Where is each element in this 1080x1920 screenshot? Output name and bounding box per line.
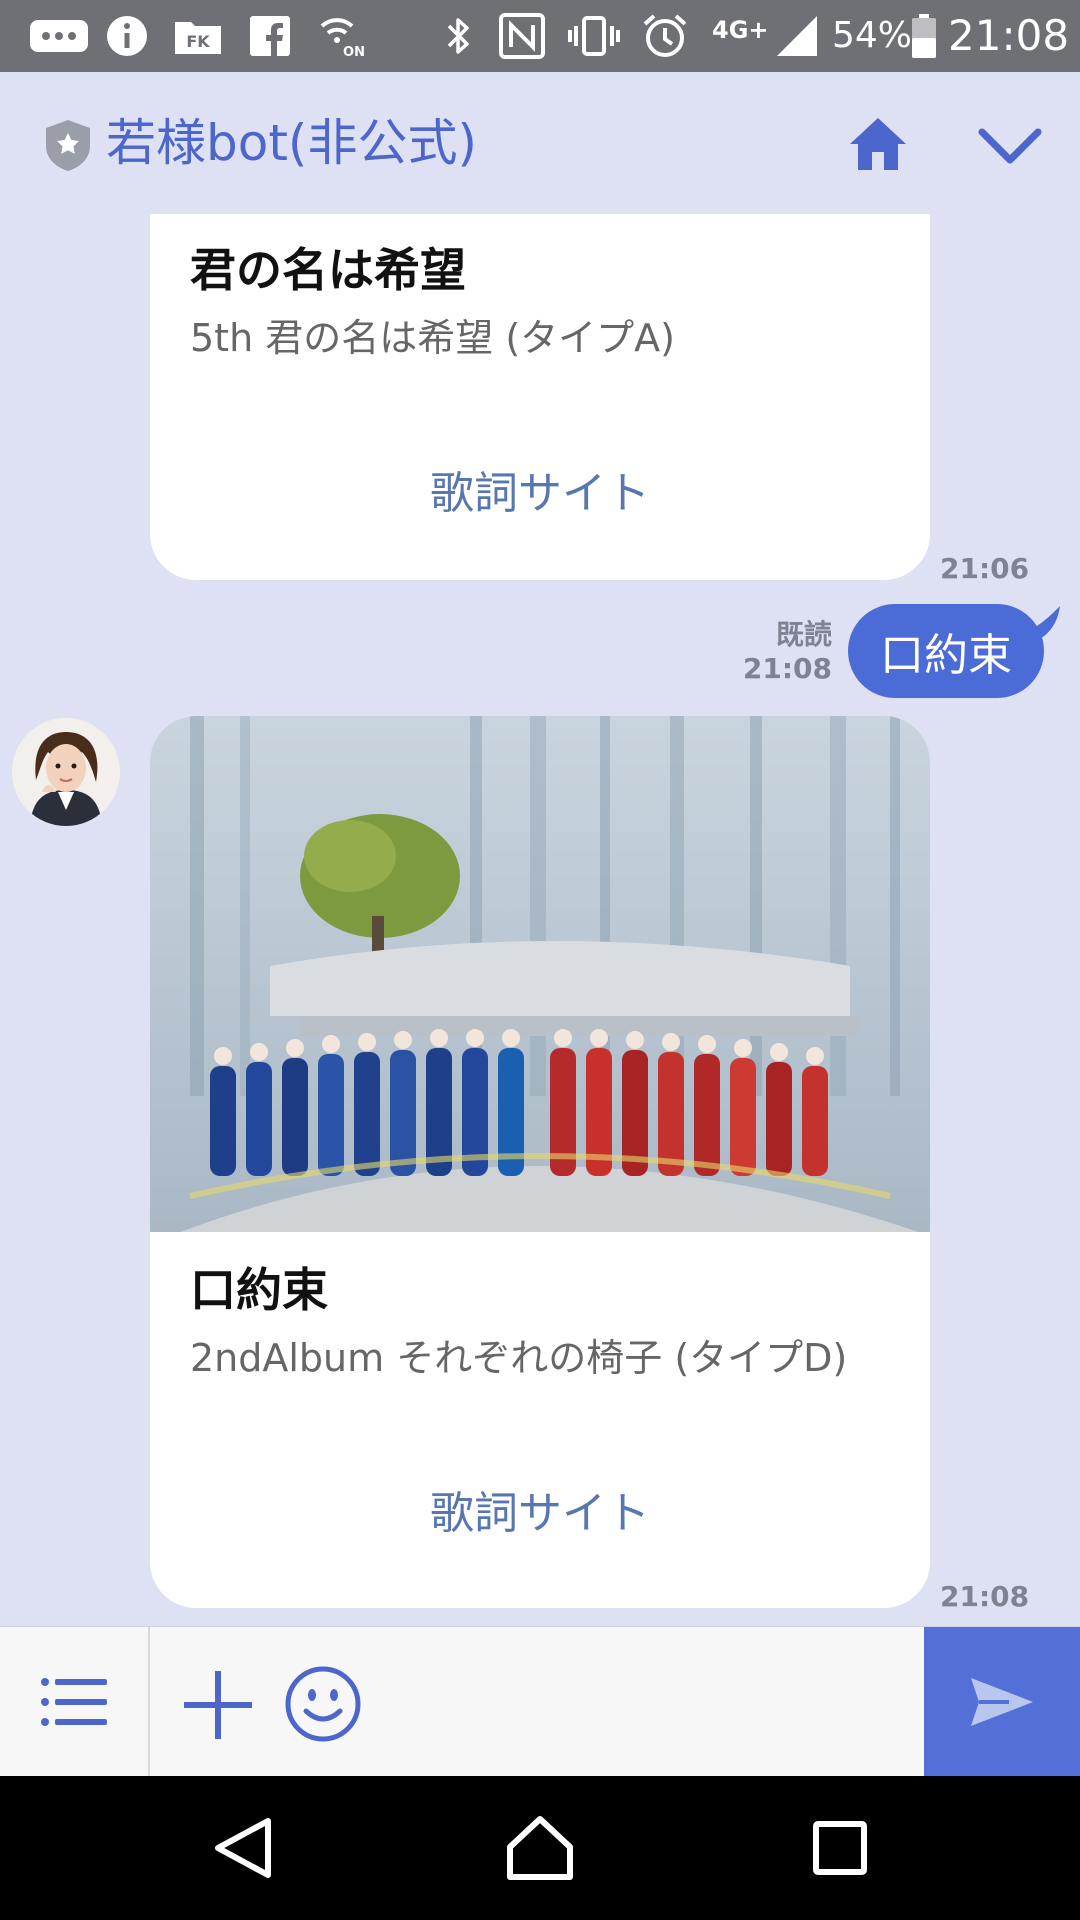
message-time: 21:08 bbox=[742, 652, 832, 685]
album-photo[interactable] bbox=[150, 716, 930, 1232]
nfc-icon bbox=[498, 13, 546, 59]
alarm-icon bbox=[640, 14, 690, 58]
chat-title: 若様bot(非公式) bbox=[106, 114, 477, 172]
card-title: 君の名は希望 bbox=[190, 243, 466, 297]
read-receipt: 既読 21:08 bbox=[743, 618, 832, 686]
home-nav-icon bbox=[507, 1816, 573, 1880]
home-icon[interactable] bbox=[848, 116, 908, 172]
info-icon bbox=[104, 14, 150, 58]
message-time: 21:08 bbox=[940, 1580, 1030, 1613]
card-subtitle: 2ndAlbum それぞれの椅子 (タイプD) bbox=[190, 1336, 848, 1380]
send-button[interactable] bbox=[924, 1627, 1080, 1777]
network-type: 4G+ bbox=[712, 16, 769, 44]
emoji-icon bbox=[285, 1666, 361, 1742]
menu-icon bbox=[41, 1678, 107, 1726]
more-icon bbox=[26, 14, 92, 58]
read-label: 既読 bbox=[775, 618, 832, 651]
home-nav-button[interactable] bbox=[500, 1812, 580, 1884]
battery-icon bbox=[910, 14, 938, 58]
shield-icon bbox=[44, 118, 92, 172]
chat-header: 若様bot(非公式) bbox=[0, 72, 1080, 214]
song-card: 口約束 2ndAlbum それぞれの椅子 (タイプD) 歌詞サイト bbox=[150, 716, 930, 1608]
lyrics-site-link[interactable]: 歌詞サイト bbox=[150, 466, 930, 522]
battery-percent: 54% bbox=[832, 15, 913, 56]
status-bar: FK ON 4G+ 54% 21:08 bbox=[0, 0, 1080, 72]
vibrate-icon bbox=[566, 14, 622, 58]
wifi-calling-label: ON bbox=[343, 45, 365, 58]
fk-label: FK bbox=[186, 32, 210, 51]
lyrics-site-link[interactable]: 歌詞サイト bbox=[150, 1486, 930, 1542]
chevron-down-icon[interactable] bbox=[978, 124, 1042, 168]
message-input[interactable] bbox=[380, 1657, 900, 1747]
send-icon bbox=[971, 1678, 1033, 1726]
message-text: 口約束 bbox=[880, 630, 1012, 681]
song-card: 君の名は希望 5th 君の名は希望 (タイプA) 歌詞サイト bbox=[150, 214, 930, 580]
menu-button[interactable] bbox=[0, 1627, 150, 1777]
avatar[interactable] bbox=[12, 718, 120, 826]
message-time: 21:06 bbox=[940, 552, 1030, 585]
card-title: 口約束 bbox=[190, 1263, 328, 1317]
outgoing-message[interactable]: 口約束 bbox=[848, 604, 1044, 698]
recents-icon bbox=[813, 1821, 867, 1875]
back-button[interactable] bbox=[202, 1812, 282, 1884]
back-icon bbox=[215, 1818, 271, 1878]
card-subtitle: 5th 君の名は希望 (タイプA) bbox=[190, 316, 675, 360]
status-time: 21:08 bbox=[948, 11, 1070, 60]
signal-icon bbox=[774, 14, 820, 58]
bluetooth-icon bbox=[442, 14, 476, 58]
recents-button[interactable] bbox=[800, 1812, 880, 1884]
fk-icon: FK bbox=[172, 14, 224, 58]
chat-area[interactable]: 君の名は希望 5th 君の名は希望 (タイプA) 歌詞サイト 21:06 既読 … bbox=[0, 214, 1080, 1626]
input-bar bbox=[0, 1626, 1080, 1777]
plus-icon bbox=[184, 1671, 252, 1739]
wifi-calling-icon: ON bbox=[318, 14, 368, 58]
facebook-icon bbox=[248, 14, 292, 58]
navigation-bar bbox=[0, 1776, 1080, 1920]
plus-button[interactable] bbox=[180, 1667, 256, 1743]
emoji-button[interactable] bbox=[284, 1665, 362, 1743]
